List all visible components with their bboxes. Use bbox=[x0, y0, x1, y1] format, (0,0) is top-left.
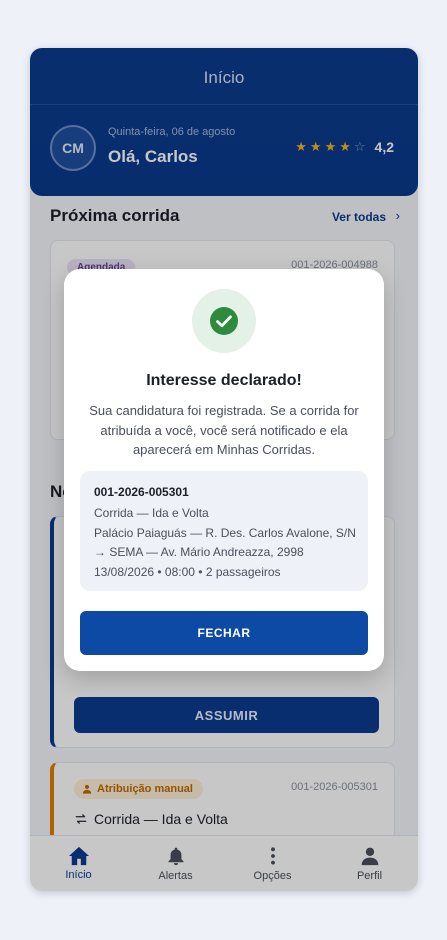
check-circle-icon bbox=[210, 307, 238, 335]
ride-code: 001-2026-005301 bbox=[94, 485, 189, 499]
interest-confirmation-dialog: Interesse declarado! Sua candidatura foi… bbox=[64, 269, 384, 671]
dialog-title: Interesse declarado! bbox=[146, 372, 302, 389]
ride-details-box: 001-2026-005301 Corrida — Ida e Volta Pa… bbox=[80, 471, 368, 591]
dialog-message: Sua candidatura foi registrada. Se a cor… bbox=[89, 403, 359, 457]
success-badge bbox=[192, 289, 256, 353]
ride-type: Corrida — Ida e Volta bbox=[94, 506, 209, 520]
close-button[interactable]: FECHAR bbox=[80, 611, 368, 655]
ride-origin: Palácio Paiaguás — R. Des. Carlos Avalon… bbox=[94, 525, 356, 540]
ride-schedule: 13/08/2026 • 08:00 • 2 passageiros bbox=[94, 564, 281, 579]
ride-destination: → SEMA — Av. Mário Andreazza, 2998 bbox=[94, 545, 304, 559]
